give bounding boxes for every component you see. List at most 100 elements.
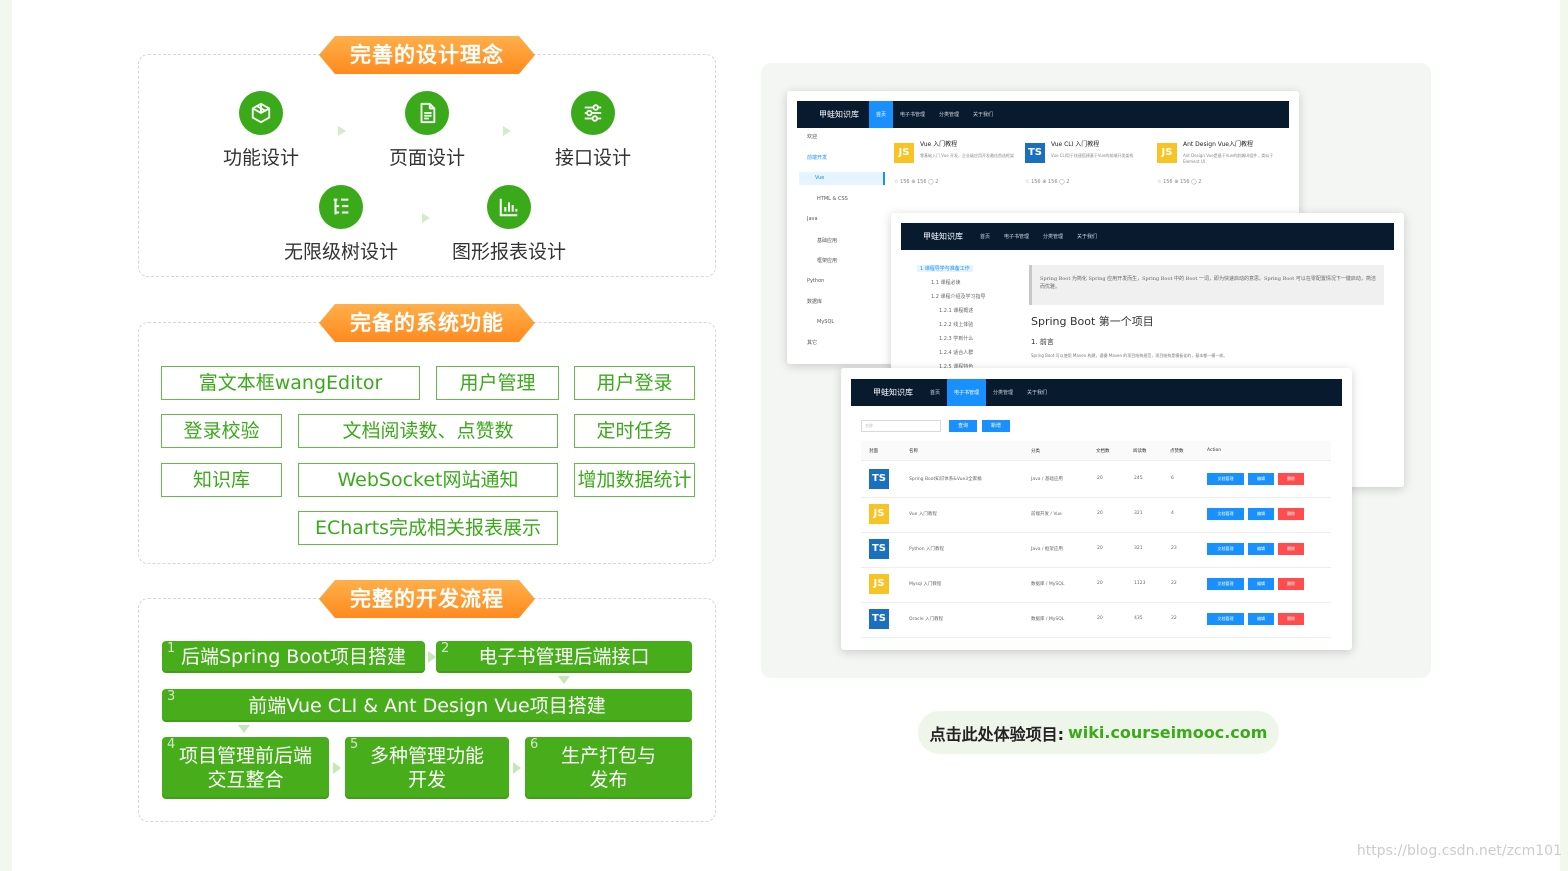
ts-icon: TS xyxy=(869,609,889,629)
delete-button[interactable]: 删除 xyxy=(1278,613,1304,625)
delete-button[interactable]: 删除 xyxy=(1278,473,1304,485)
cell-views: 321 xyxy=(1134,546,1143,551)
sidebar-item[interactable]: 框架应用 xyxy=(817,257,837,264)
column-header: 分类 xyxy=(1031,449,1040,454)
cell-name: Oracle 入门教程 xyxy=(909,617,944,622)
nav-about[interactable]: 关于我们 xyxy=(1020,379,1054,406)
js-icon: JS xyxy=(869,504,889,524)
brand-logo: 甲蛙知识库 xyxy=(923,232,963,241)
feature-page-design: 页面设计 xyxy=(357,91,497,170)
flow-arrow xyxy=(333,762,341,774)
sidebar-item[interactable]: 基础应用 xyxy=(817,237,837,244)
column-header: Action xyxy=(1207,448,1222,453)
table-row: TS Python 入门教程 Java / 框架应用 20 321 23 文档管… xyxy=(861,533,1331,568)
sidebar-item[interactable]: 前端开发 xyxy=(807,154,827,161)
doc-manage-button[interactable]: 文档管理 xyxy=(1207,473,1244,485)
doc-tree-item[interactable]: 1.2.2 线上体验 xyxy=(939,321,973,328)
sidebar-item[interactable]: 欢迎 xyxy=(807,133,817,140)
right-edge-strip xyxy=(1560,0,1568,871)
doc-tree-item[interactable]: 1.2 课程介绍及学习指导 xyxy=(931,293,986,300)
column-header: 点赞数 xyxy=(1170,449,1184,454)
feature-label: 页面设计 xyxy=(388,147,465,169)
nav-ebook[interactable]: 电子书管理 xyxy=(893,101,932,128)
bar-chart-icon xyxy=(487,185,531,229)
sidebar-item[interactable]: HTML & CSS xyxy=(817,196,848,202)
delete-button[interactable]: 删除 xyxy=(1278,543,1304,555)
ebook-stats: ☆ 156 ⊕ 156 ◯ 2 xyxy=(1025,179,1070,185)
cell-likes: 4 xyxy=(1171,511,1174,516)
cell-likes: 22 xyxy=(1171,581,1177,586)
cell-likes: 22 xyxy=(1171,616,1177,621)
feature-label: 接口设计 xyxy=(554,147,631,169)
app-header: 甲蛙知识库 首页 电子书管理 分类管理 关于我们 xyxy=(901,223,1394,250)
search-input[interactable]: 名称 xyxy=(861,420,941,432)
doc-manage-button[interactable]: 文档管理 xyxy=(1207,578,1244,590)
edit-button[interactable]: 编辑 xyxy=(1248,473,1274,485)
delete-button[interactable]: 删除 xyxy=(1278,578,1304,590)
nav-home[interactable]: 首页 xyxy=(973,223,997,250)
doc-manage-button[interactable]: 文档管理 xyxy=(1207,508,1244,520)
edit-button[interactable]: 编辑 xyxy=(1248,578,1274,590)
doc-manage-button[interactable]: 文档管理 xyxy=(1207,613,1244,625)
sidebar-item[interactable]: Java xyxy=(807,216,818,222)
doc-tree-item[interactable]: 1.1 课程必读 xyxy=(931,279,961,286)
sidebar-item[interactable]: MySQL xyxy=(817,319,834,325)
feature-label: 图形报表设计 xyxy=(451,241,566,263)
sliders-icon xyxy=(571,91,615,135)
nav-home[interactable]: 首页 xyxy=(869,101,894,128)
table-row: TS Oracle 入门教程 数据库 / MySQL 20 435 22 文档管… xyxy=(861,603,1331,638)
doc-manage-button[interactable]: 文档管理 xyxy=(1207,543,1244,555)
edit-button[interactable]: 编辑 xyxy=(1248,508,1274,520)
flow-arrow xyxy=(238,725,250,733)
flow-arrow xyxy=(422,213,430,223)
sidebar-item[interactable]: 数据库 xyxy=(807,298,822,305)
column-header: 文档数 xyxy=(1096,449,1110,454)
nav-category[interactable]: 分类管理 xyxy=(986,379,1020,406)
doc-tree-item[interactable]: 1 课程导学与准备工作 xyxy=(917,265,973,272)
step-number: 2 xyxy=(441,641,450,656)
sidebar-item[interactable]: Python xyxy=(807,278,824,284)
try-project-link[interactable]: 点击此处体验项目: wiki.courseimooc.com xyxy=(918,711,1279,754)
query-button[interactable]: 查询 xyxy=(949,420,977,432)
cell-docs: 20 xyxy=(1097,581,1103,586)
tree-list-icon xyxy=(319,185,363,229)
cell-views: 245 xyxy=(1134,476,1143,481)
doc-tree-item[interactable]: 1.2.3 学到什么 xyxy=(939,335,973,342)
flow-arrow xyxy=(428,651,436,663)
nav-ebook[interactable]: 电子书管理 xyxy=(997,223,1036,250)
feature-tag: 知识库 xyxy=(161,463,282,497)
step-number: 5 xyxy=(350,737,359,752)
feature-tag: 富文本框wangEditor xyxy=(161,366,420,400)
step-number: 6 xyxy=(530,737,539,752)
nav-about[interactable]: 关于我们 xyxy=(966,101,1000,128)
ts-icon: TS xyxy=(869,539,889,559)
nav-about[interactable]: 关于我们 xyxy=(1070,223,1104,250)
ts-icon: TS xyxy=(1025,143,1045,163)
js-icon: JS xyxy=(869,574,889,594)
sidebar-item[interactable]: 其它 xyxy=(807,339,817,346)
box-icon xyxy=(239,91,283,135)
sidebar-item-selected[interactable]: Vue xyxy=(799,172,885,185)
step-label: 生产打包与 发布 xyxy=(560,745,656,791)
nav-category[interactable]: 分类管理 xyxy=(932,101,966,128)
doc-tree-item[interactable]: 1.2.1 课程概述 xyxy=(939,307,973,314)
cta-url[interactable]: wiki.courseimooc.com xyxy=(1068,723,1267,742)
add-button[interactable]: 新增 xyxy=(982,420,1010,432)
feature-label: 无限级树设计 xyxy=(283,241,398,263)
edit-button[interactable]: 编辑 xyxy=(1248,613,1274,625)
doc-paragraph: Spring Boot 可以使用 Maven 构建，遵循 Maven 的项目结构… xyxy=(1031,353,1228,358)
cell-category: Java / 基础应用 xyxy=(1031,477,1063,482)
doc-tree-item[interactable]: 1.2.4 适合人群 xyxy=(939,349,973,356)
brand-logo: 甲蛙知识库 xyxy=(819,110,859,119)
cell-docs: 20 xyxy=(1097,511,1103,516)
delete-button[interactable]: 删除 xyxy=(1278,508,1304,520)
flow-arrow xyxy=(558,676,570,684)
preview-admin-window: 甲蛙知识库 首页 电子书管理 分类管理 关于我们 名称 查询 新增 封面 名称 … xyxy=(841,368,1352,650)
cell-name: Mysql 入门教程 xyxy=(909,582,942,587)
edit-button[interactable]: 编辑 xyxy=(1248,543,1274,555)
nav-home[interactable]: 首页 xyxy=(923,379,947,406)
feature-tag: WebSocket网站通知 xyxy=(298,463,558,497)
nav-category[interactable]: 分类管理 xyxy=(1036,223,1070,250)
nav-ebook[interactable]: 电子书管理 xyxy=(947,379,987,406)
feature-api-design: 接口设计 xyxy=(523,91,663,170)
